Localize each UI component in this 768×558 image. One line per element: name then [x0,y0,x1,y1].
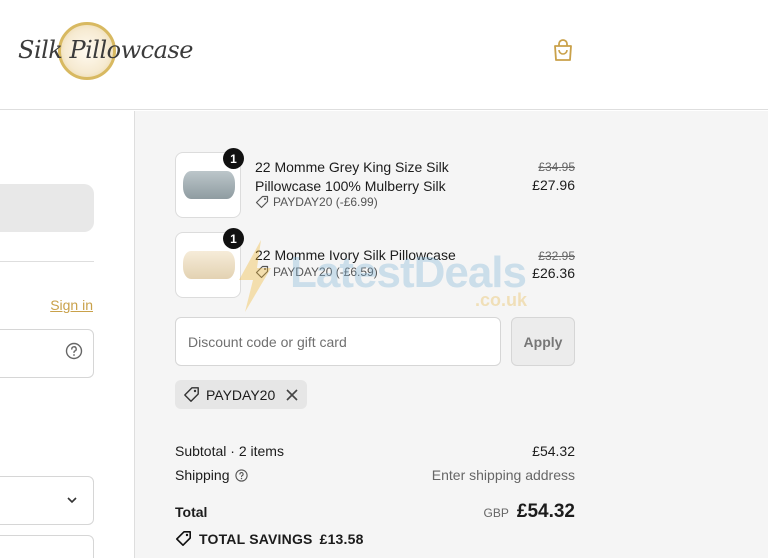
logo-text: Silk Pillowcase [18,36,193,64]
store-logo[interactable]: Silk Pillowcase [18,22,193,80]
quantity-badge: 1 [223,228,244,249]
item-price: £27.96 [532,177,575,193]
sign-in-link[interactable]: Sign in [50,297,93,313]
applied-discount-chip: PAYDAY20 [175,380,308,409]
quantity-badge: 1 [223,148,244,169]
subtotal-label: Subtotal · 2 items [175,443,284,459]
shipping-label-group: Shipping [175,467,248,483]
original-price: £34.95 [538,160,575,174]
name-field[interactable] [0,535,94,558]
item-price: £26.36 [532,265,575,281]
close-icon[interactable] [285,388,299,402]
tag-icon [176,531,191,546]
line-item: 1 22 Momme Ivory Silk Pillowcase PAYDAY2… [175,228,575,298]
applied-code-text: PAYDAY20 [206,386,276,403]
tag-icon [184,387,199,402]
item-discount-text: PAYDAY20 (-£6.59) [273,265,378,279]
item-discount: PAYDAY20 (-£6.99) [255,195,378,209]
shipping-row: Shipping Enter shipping address [175,467,575,483]
product-title: 22 Momme Grey King Size Silk Pillowcase … [255,159,449,194]
subtotal-row: Subtotal · 2 items £54.32 [175,443,575,459]
product-title: 22 Momme Ivory Silk Pillowcase [255,247,456,263]
savings-label: TOTAL SAVINGS [199,530,313,547]
header: Silk Pillowcase [0,0,768,110]
shipping-value: Enter shipping address [431,467,575,483]
total-value-group: GBP £54.32 [484,501,575,523]
question-circle-icon[interactable] [234,468,248,482]
pillow-image [183,251,235,279]
tag-icon [255,265,269,279]
divider [0,261,94,262]
total-savings: TOTAL SAVINGS £13.58 [175,530,364,547]
apply-button[interactable]: Apply [511,317,575,366]
item-discount: PAYDAY20 (-£6.59) [255,265,378,279]
shipping-label: Shipping [175,467,230,483]
total-row: Total GBP £54.32 [175,501,575,523]
shopping-bag-icon[interactable] [552,38,574,62]
line-item: 1 22 Momme Grey King Size Silk Pillowcas… [175,148,575,218]
tag-icon [255,195,269,209]
country-select[interactable] [0,476,94,525]
order-summary: 1 22 Momme Grey King Size Silk Pillowcas… [135,111,768,558]
total-value: £54.32 [516,501,575,522]
original-price: £32.95 [538,249,575,263]
chevron-down-icon [67,497,77,504]
question-circle-icon[interactable] [65,342,83,360]
item-discount-text: PAYDAY20 (-£6.99) [273,195,378,209]
pillow-image [183,171,235,199]
discount-code-input[interactable] [175,317,501,366]
checkout-form-column: Sign in [0,111,135,558]
total-label: Total [175,504,208,520]
express-checkout-button[interactable] [0,184,94,232]
currency-code: GBP [483,506,509,520]
savings-value: £13.58 [319,530,364,547]
subtotal-value: £54.32 [532,443,575,459]
